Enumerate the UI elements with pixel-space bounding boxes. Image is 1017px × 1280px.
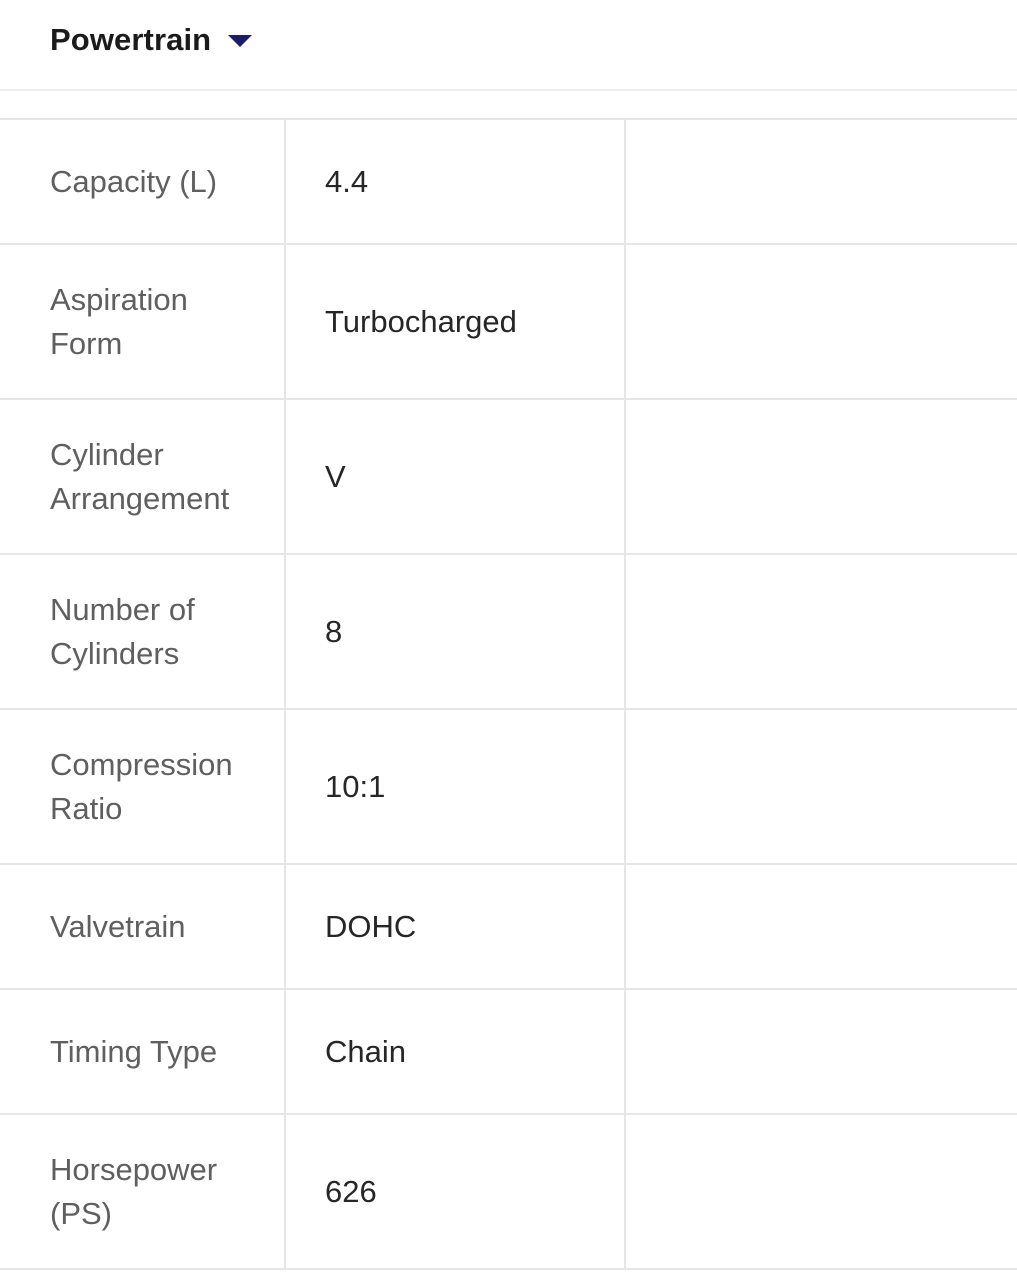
spec-value: V	[286, 400, 626, 553]
table-row: Aspiration Form Turbocharged	[0, 245, 1017, 400]
spec-value: DOHC	[286, 865, 626, 988]
table-row: Timing Type Chain	[0, 990, 1017, 1115]
section-title: Powertrain	[50, 22, 212, 57]
spec-empty-cell	[626, 120, 1017, 243]
table-row: Compression Ratio 10:1	[0, 710, 1017, 865]
spec-value: 8	[286, 555, 626, 708]
spec-value: 626	[286, 1115, 626, 1268]
spec-empty-cell	[626, 865, 1017, 988]
spec-empty-cell	[626, 245, 1017, 398]
spec-empty-cell	[626, 400, 1017, 553]
spec-empty-cell	[626, 710, 1017, 863]
section-header: Powertrain	[0, 0, 1017, 91]
spec-label: Capacity (L)	[0, 120, 286, 243]
spec-value: 10:1	[286, 710, 626, 863]
table-row: Cylinder Arrangement V	[0, 400, 1017, 555]
spec-value: Turbocharged	[286, 245, 626, 398]
powertrain-section-toggle[interactable]: Powertrain	[50, 22, 253, 58]
spec-value: 4.4	[286, 120, 626, 243]
spec-table: Capacity (L) 4.4 Aspiration Form Turboch…	[0, 120, 1017, 1270]
spec-label: Aspiration Form	[0, 245, 286, 398]
spec-empty-cell	[626, 1115, 1017, 1268]
spec-label: Number of Cylinders	[0, 555, 286, 708]
spec-label: Timing Type	[0, 990, 286, 1113]
table-row: Number of Cylinders 8	[0, 555, 1017, 710]
spec-value: Chain	[286, 990, 626, 1113]
caret-down-icon	[228, 35, 253, 47]
spec-label: Cylinder Arrangement	[0, 400, 286, 553]
table-row: Capacity (L) 4.4	[0, 120, 1017, 245]
table-row: Valvetrain DOHC	[0, 865, 1017, 990]
spec-label: Compression Ratio	[0, 710, 286, 863]
spec-empty-cell	[626, 990, 1017, 1113]
table-row: Horsepower (PS) 626	[0, 1115, 1017, 1270]
spec-label: Valvetrain	[0, 865, 286, 988]
spec-empty-cell	[626, 555, 1017, 708]
spec-label: Horsepower (PS)	[0, 1115, 286, 1268]
